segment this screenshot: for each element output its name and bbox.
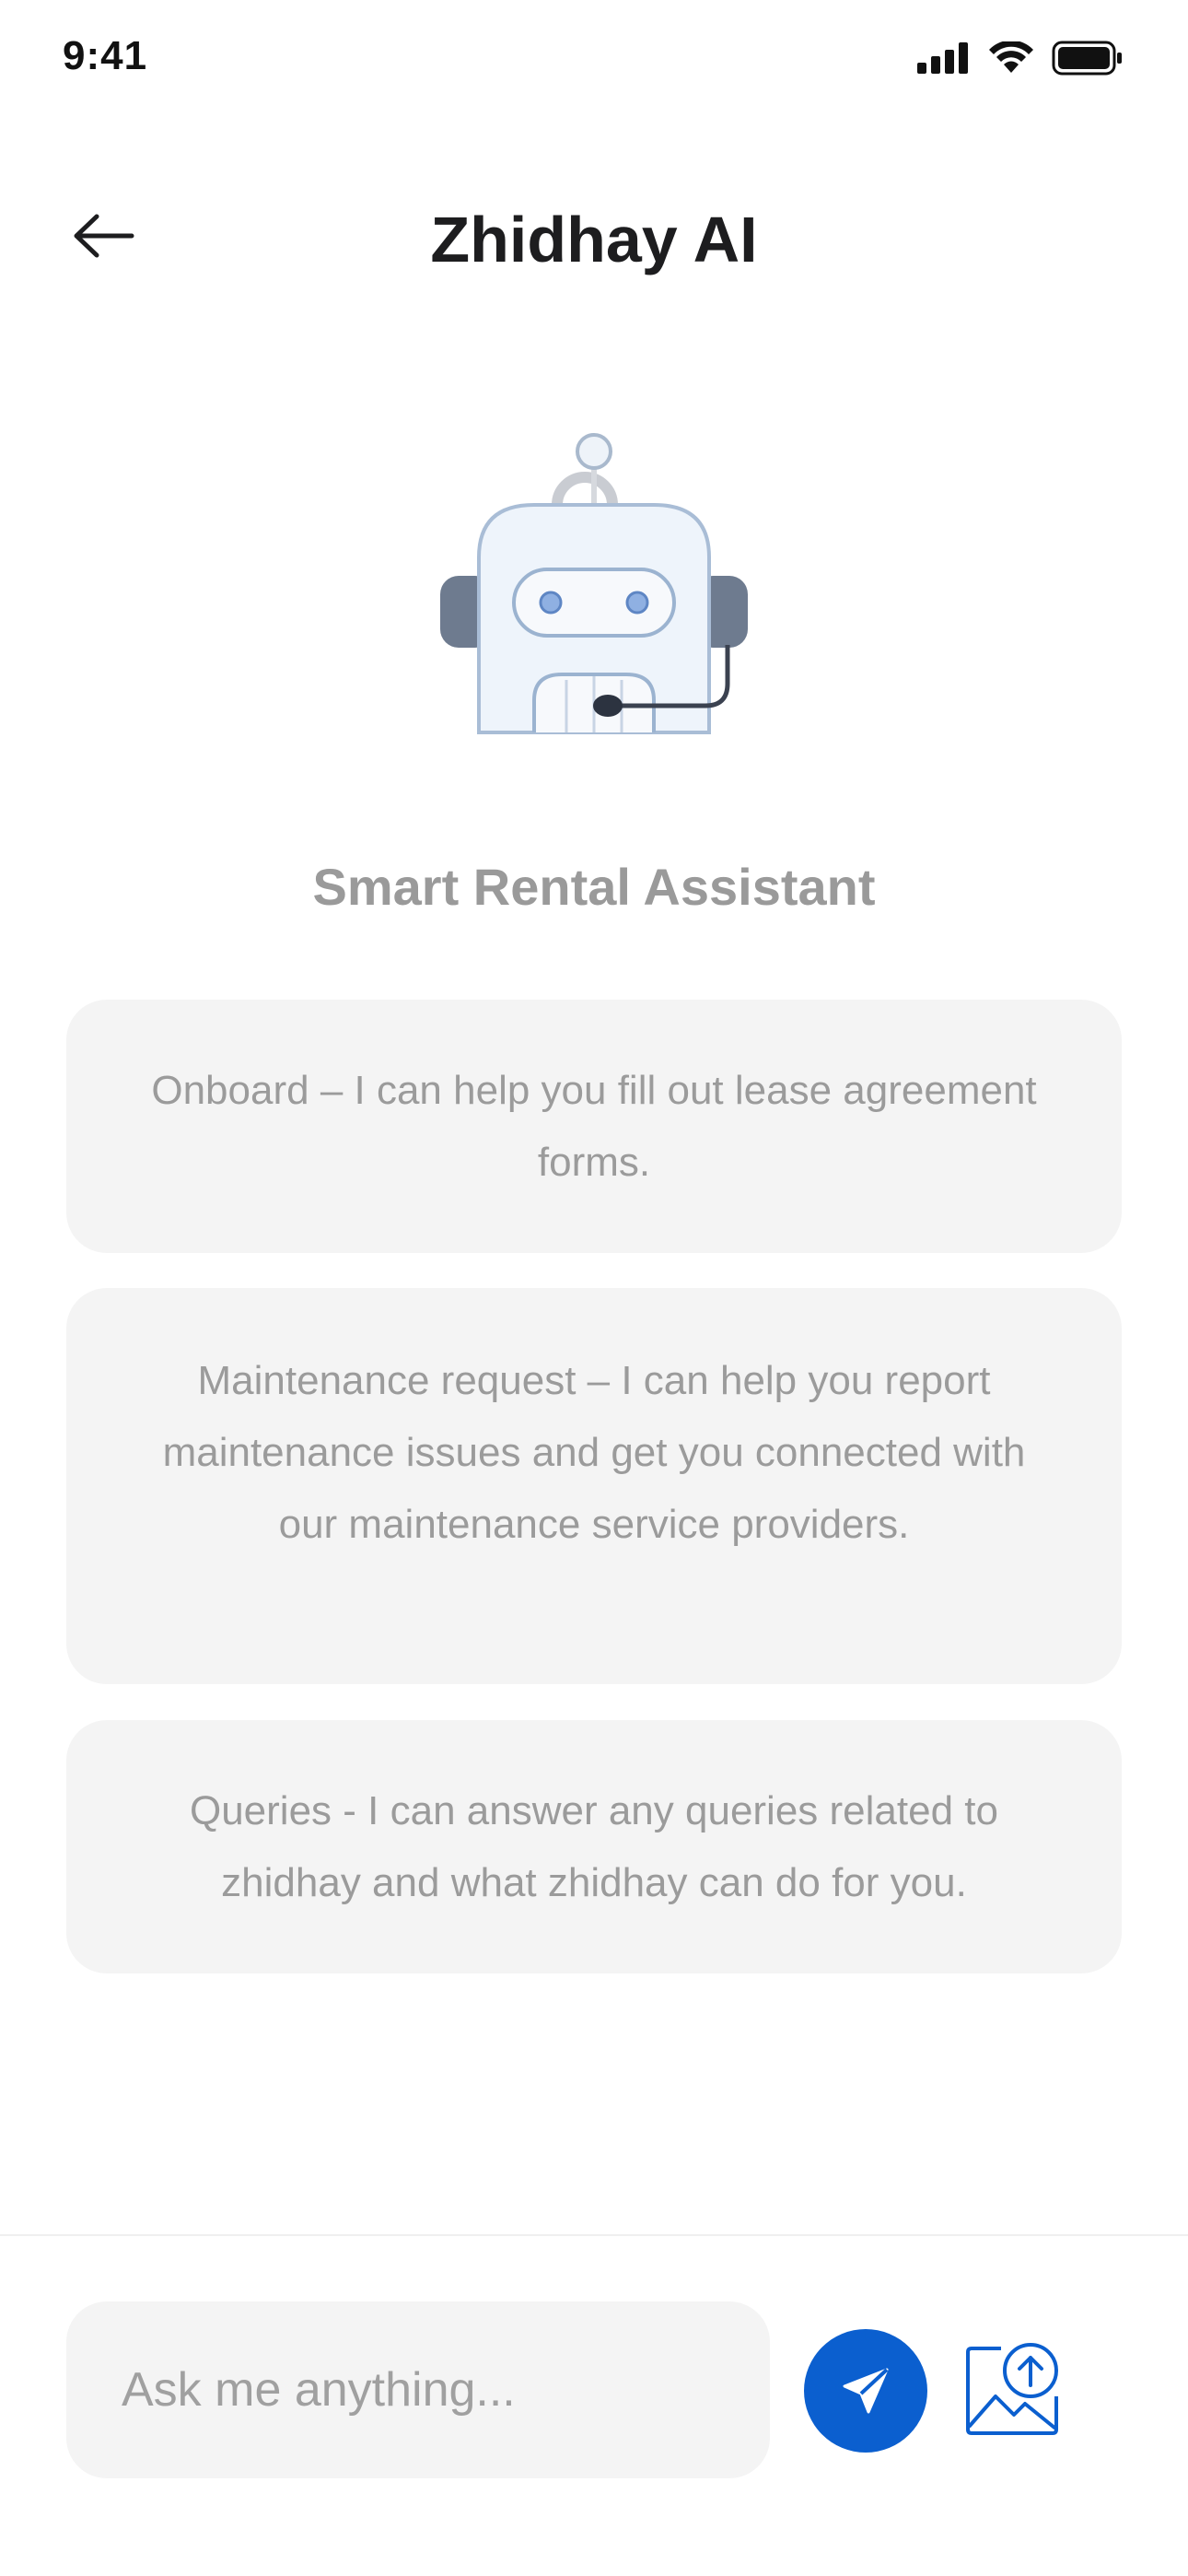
paper-plane-icon [843, 2368, 889, 2414]
capability-card-maintenance[interactable]: Maintenance request – I can help you rep… [66, 1288, 1122, 1684]
chat-input-container [66, 2301, 770, 2478]
capability-card-onboard[interactable]: Onboard – I can help you fill out lease … [66, 1000, 1122, 1253]
wifi-icon [989, 41, 1033, 73]
header: Zhidhay AI [0, 175, 1188, 295]
image-upload-button[interactable] [963, 2338, 1065, 2440]
card-text: Maintenance request – I can help you rep… [162, 1358, 1026, 1547]
composer-divider [0, 2234, 1188, 2236]
status-bar: 9:41 [0, 0, 1188, 120]
status-time: 9:41 [63, 33, 148, 78]
status-icons [917, 41, 1124, 76]
image-upload-icon [966, 2343, 1058, 2435]
card-text: Queries - I can answer any queries relat… [189, 1787, 998, 1905]
robot-support-icon [440, 433, 748, 734]
page-title: Zhidhay AI [430, 204, 758, 275]
chat-input[interactable] [66, 2301, 770, 2478]
cellular-signal-icon [917, 42, 968, 74]
capability-card-queries[interactable]: Queries - I can answer any queries relat… [66, 1720, 1122, 1973]
battery-icon [1052, 41, 1122, 76]
card-text: Onboard – I can help you fill out lease … [151, 1067, 1037, 1185]
assistant-subtitle: Smart Rental Assistant [312, 858, 876, 916]
send-button[interactable] [804, 2329, 927, 2453]
